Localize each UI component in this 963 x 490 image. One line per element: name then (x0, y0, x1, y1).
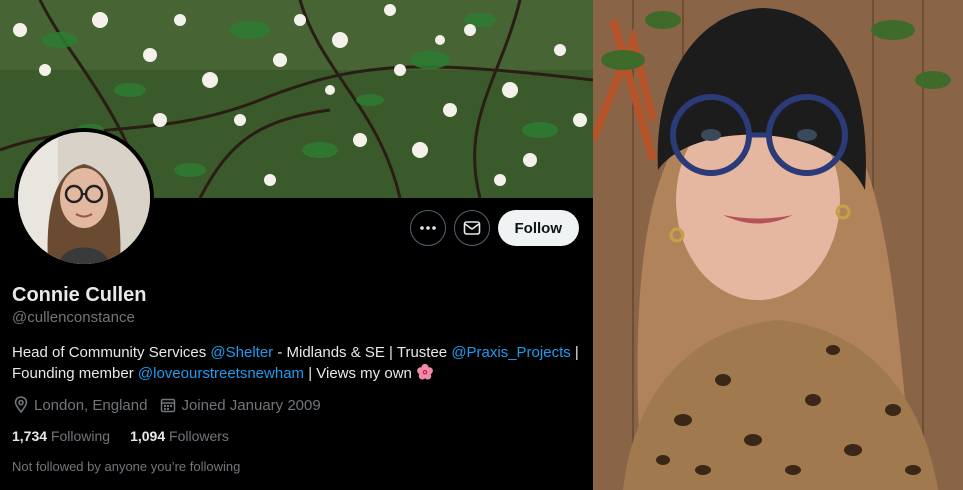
bio-text: Head of Community Services (12, 344, 211, 361)
location-text: London, England (34, 396, 148, 414)
join-date-text: Joined January 2009 (181, 396, 321, 414)
hibiscus-emoji-icon (416, 363, 434, 387)
profile-panel: Follow Connie Cullen @cullenconstance He… (0, 0, 593, 490)
following-count: 1,734 (12, 428, 48, 444)
profile-meta: London, England Joined January 2009 (12, 396, 333, 414)
follow-stats: 1,734 Following 1,094 Followers (12, 428, 249, 444)
followers-label: Followers (169, 428, 229, 444)
following-link[interactable]: 1,734 Following (12, 428, 110, 444)
followers-count: 1,094 (130, 428, 166, 444)
avatar-image (18, 132, 150, 264)
portrait-image (593, 0, 963, 490)
calendar-icon (161, 398, 176, 413)
profile-bio: Head of Community Services @Shelter - Mi… (12, 343, 584, 387)
more-dots-icon (419, 226, 436, 230)
follow-button[interactable]: Follow (497, 210, 579, 246)
mention-link[interactable]: @Shelter (210, 344, 273, 361)
followed-by-note: Not followed by anyone you’re following (12, 459, 241, 474)
user-handle: @cullenconstance (12, 309, 135, 326)
mention-link[interactable]: @loveourstreetsnewham (138, 365, 304, 382)
followers-link[interactable]: 1,094 Followers (130, 428, 229, 444)
profile-photo (593, 0, 963, 490)
mention-link[interactable]: @Praxis_Projects (451, 344, 570, 361)
message-button[interactable] (453, 210, 490, 246)
more-button[interactable] (409, 210, 446, 246)
following-label: Following (50, 428, 111, 444)
envelope-icon (463, 221, 480, 235)
join-date: Joined January 2009 (159, 396, 321, 414)
bio-text: | Views my own (304, 365, 417, 382)
profile-actions: Follow (409, 210, 579, 246)
location: London, England (12, 396, 147, 414)
location-pin-icon (14, 396, 28, 414)
avatar[interactable] (14, 128, 154, 268)
display-name: Connie Cullen (12, 284, 147, 306)
bio-text: - Midlands & SE | Trustee (273, 344, 452, 361)
